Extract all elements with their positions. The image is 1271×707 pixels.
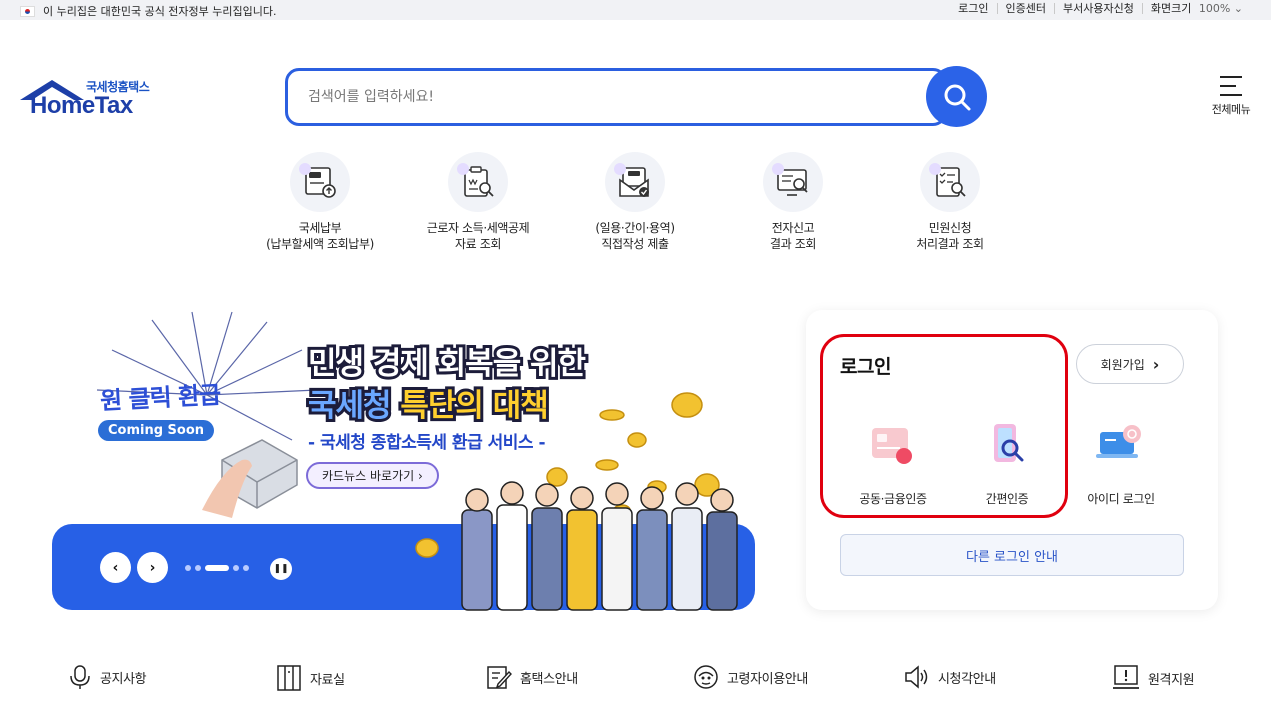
chevron-right-icon: › (1152, 354, 1160, 374)
certificate-center-link[interactable]: 인증센터 (996, 3, 1054, 14)
banner-pagination (185, 565, 249, 571)
search-box (285, 68, 947, 126)
join-label: 회원가입 (1100, 357, 1145, 372)
chevron-left-icon: ‹ (112, 559, 119, 576)
promo-banner[interactable]: 원 클릭 환급 Coming Soon 민생 경제 회복을 위한 국세청 특단의… (52, 300, 757, 612)
senior-icon (694, 665, 718, 689)
id-login-icon (1096, 425, 1141, 458)
gov-notice: 이 누리집은 대한민국 공식 전자정부 누리집입니다. (43, 5, 277, 18)
login-option-id[interactable]: 아이디 로그인 (1066, 420, 1176, 507)
department-user-link[interactable]: 부서사용자신청 (1054, 3, 1142, 14)
login-title: 로그인 (840, 356, 891, 378)
gov-banner: 이 누리집은 대한민국 공식 전자정부 누리집입니다. 로그인 인증센터 부서사… (0, 0, 1271, 20)
bottom-nav-label: 공지사항 (100, 671, 147, 687)
quick-service-label: 민원신청 처리결과 조회 (916, 221, 984, 251)
login-option-label: 공동·금융인증 (859, 492, 927, 506)
login-option-certificate[interactable]: 공동·금융인증 (838, 420, 948, 507)
korea-flag-icon (20, 5, 35, 17)
full-menu-label: 전체메뉴 (1211, 103, 1251, 116)
zoom-control[interactable]: 화면크기 100% ⌄ (1141, 2, 1251, 15)
search-button[interactable] (926, 66, 987, 127)
quick-service-efiling-result[interactable]: 전자신고 결과 조회 (723, 152, 863, 252)
chevron-right-icon: › (149, 559, 156, 576)
bottom-nav-audiovisual[interactable]: 시청각안내 (904, 664, 996, 690)
remote-support-icon (1113, 665, 1139, 689)
search-input[interactable] (308, 85, 908, 109)
quick-service-label: (일용·간이·용역) 직접작성 제출 (595, 221, 675, 251)
login-link[interactable]: 로그인 (950, 3, 996, 14)
bottom-nav-remote-support[interactable]: 원격지원 (1112, 664, 1195, 692)
income-deduction-icon (448, 152, 508, 212)
e-filing-result-icon (763, 152, 823, 212)
pause-icon: ❚❚ (273, 564, 289, 574)
pagination-dot[interactable] (185, 565, 191, 571)
logo-english-text: HomeTax (30, 92, 133, 119)
keyboard-key-hand-illustration (202, 439, 298, 518)
bottom-nav-label: 원격지원 (1148, 672, 1195, 688)
banner-headline-accent: 국세청 (305, 385, 395, 427)
banner-badge-title: 원 클릭 환급 (99, 380, 221, 416)
quick-service-petition-result[interactable]: 민원신청 처리결과 조회 (880, 152, 1020, 252)
bottom-nav-label: 자료실 (310, 672, 345, 688)
login-option-label: 아이디 로그인 (1087, 492, 1155, 506)
banner-pause-button[interactable]: ❚❚ (270, 558, 292, 580)
quick-service-label: 국세납부 (납부할세액 조회납부) (266, 221, 374, 251)
cardnews-label: 카드뉴스 바로가기 (322, 469, 415, 483)
bottom-nav-guide[interactable]: 홈택스안내 (486, 664, 578, 690)
login-option-label: 간편인증 (985, 492, 1029, 506)
banner-next-button[interactable]: › (137, 552, 168, 583)
banner-headline-line1: 민생 경제 회복을 위한 (305, 343, 589, 385)
archive-icon (277, 665, 301, 691)
speaker-icon (905, 665, 928, 689)
chevron-down-icon: ⌄ (1233, 2, 1243, 15)
certificate-icon (872, 428, 912, 464)
bottom-nav-notice[interactable]: 공지사항 (68, 664, 147, 690)
civil-petition-icon (920, 152, 980, 212)
quick-service-label: 근로자 소득·세액공제 자료 조회 (426, 221, 530, 251)
tax-envelope-icon (605, 152, 665, 212)
quick-service-tax-payment[interactable]: 국세납부 (납부할세액 조회납부) (250, 152, 390, 252)
quick-service-income-deduction[interactable]: 근로자 소득·세액공제 자료 조회 (408, 152, 548, 252)
bottom-nav-label: 시청각안내 (938, 671, 996, 687)
coming-soon-badge: Coming Soon (98, 420, 215, 441)
bottom-nav-archive[interactable]: 자료실 (276, 664, 345, 692)
login-option-simple-auth[interactable]: 간편인증 (952, 420, 1062, 507)
bottom-nav-label: 홈택스안내 (520, 671, 578, 687)
tax-payment-icon (290, 152, 350, 212)
quick-service-direct-submit[interactable]: (일용·간이·용역) 직접작성 제출 (565, 152, 705, 252)
pagination-dot-active[interactable] (205, 565, 229, 571)
zoom-label: 화면크기 (1150, 2, 1192, 15)
pagination-dot[interactable] (243, 565, 249, 571)
login-panel: 로그인 회원가입 › 공동·금융인증 간편인증 아이디 로그인 다른 로그인 안내 (806, 310, 1218, 610)
bottom-nav-senior[interactable]: 고령자이용안내 (693, 664, 808, 690)
quick-service-label: 전자신고 결과 조회 (770, 221, 816, 251)
full-menu-button[interactable]: 전체메뉴 (1206, 76, 1256, 117)
join-button[interactable]: 회원가입 › (1076, 344, 1184, 384)
bottom-nav-label: 고령자이용안내 (727, 671, 808, 687)
hamburger-icon (1220, 76, 1242, 96)
guide-icon (487, 666, 512, 689)
hometax-logo[interactable]: 국세청홈택스 HomeTax (18, 76, 158, 122)
pagination-dot[interactable] (233, 565, 239, 571)
banner-prev-button[interactable]: ‹ (100, 552, 131, 583)
zoom-value: 100% (1198, 2, 1231, 15)
search-icon (944, 84, 970, 110)
microphone-icon (70, 665, 90, 689)
pagination-dot[interactable] (195, 565, 201, 571)
simple-auth-icon (994, 424, 1024, 462)
other-login-guide-button[interactable]: 다른 로그인 안내 (840, 534, 1184, 576)
taxpayers-coins-illustration (415, 392, 738, 611)
